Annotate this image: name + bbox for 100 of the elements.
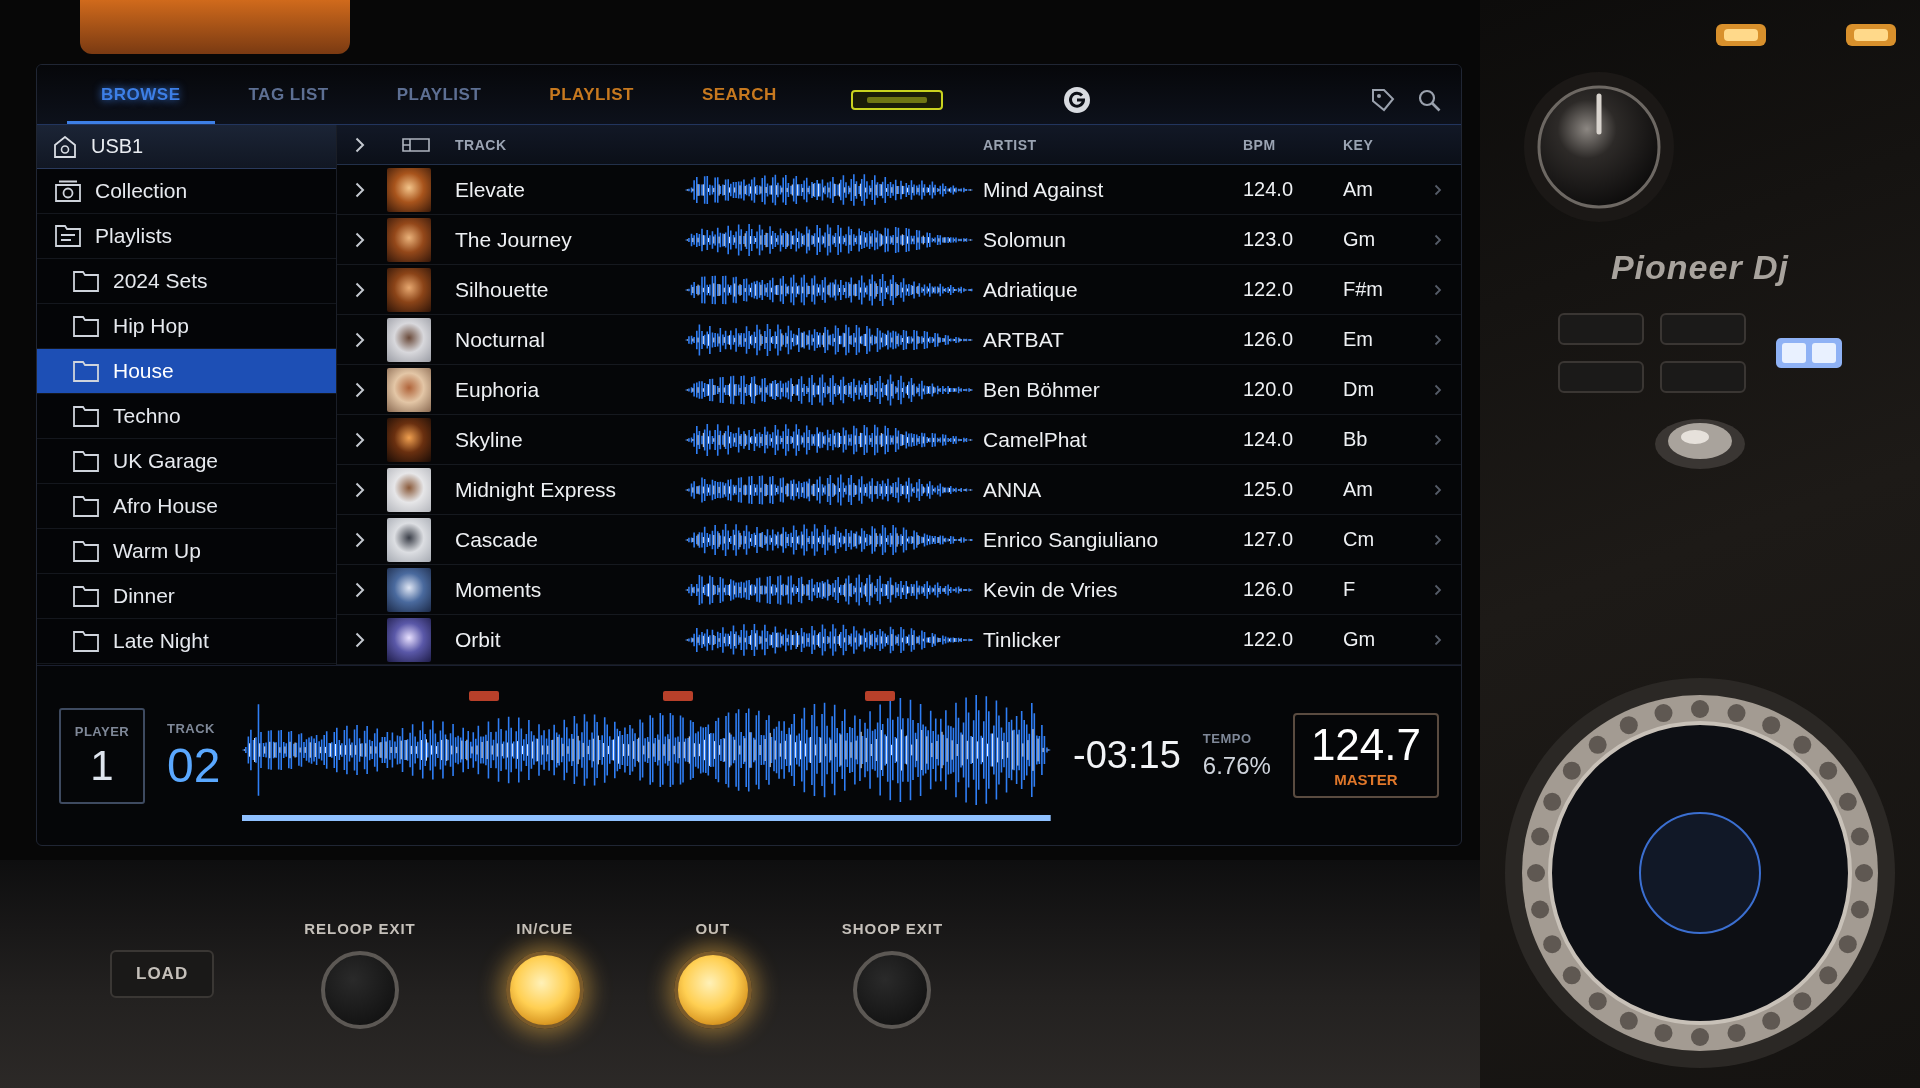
sidebar-item[interactable]: UK Garage bbox=[37, 439, 336, 484]
lamp-icon bbox=[1846, 24, 1896, 46]
column-header: TRACK bbox=[455, 136, 508, 153]
key-value: Am bbox=[1343, 178, 1374, 201]
tab[interactable]: SEARCH bbox=[667, 78, 811, 124]
bpm-value: 124.0 bbox=[1243, 428, 1295, 451]
artist-name: Ben Böhmer bbox=[983, 377, 1101, 402]
album-art bbox=[387, 617, 431, 662]
search-icon[interactable] bbox=[1417, 88, 1441, 112]
artist-name: Tinlicker bbox=[983, 627, 1062, 652]
bpm-value: 127.0 bbox=[1243, 528, 1295, 551]
track-title: Moments bbox=[455, 577, 543, 602]
track-number: 02 bbox=[167, 742, 221, 790]
album-art bbox=[387, 517, 431, 562]
jog-wheel-drawing[interactable] bbox=[1505, 678, 1895, 1068]
sidebar-item[interactable]: Late Night bbox=[37, 619, 336, 664]
rotary-knob-icon[interactable] bbox=[1524, 72, 1674, 222]
playlist-folder-icon bbox=[55, 225, 81, 247]
sidebar-item[interactable]: Collection bbox=[37, 169, 336, 214]
brand-logo: Pioneer Dj bbox=[1610, 248, 1790, 287]
album-art bbox=[387, 317, 431, 362]
track-title: Elevate bbox=[455, 177, 527, 202]
folder-icon bbox=[73, 540, 99, 562]
album-art bbox=[387, 267, 431, 312]
artist-name: Enrico Sangiuliano bbox=[983, 527, 1160, 552]
track-title: The Journey bbox=[455, 227, 573, 252]
folder-icon bbox=[73, 315, 99, 337]
speed-knob-icon[interactable] bbox=[1655, 419, 1745, 469]
source-name: USB1 bbox=[91, 135, 144, 158]
bpm-value: 120.0 bbox=[1243, 378, 1295, 401]
folder-icon bbox=[73, 495, 99, 517]
sidebar-item[interactable]: 2024 Sets bbox=[37, 259, 336, 304]
album-art bbox=[387, 217, 431, 262]
folder-icon bbox=[73, 360, 99, 382]
key-value: Dm bbox=[1343, 378, 1376, 401]
tab[interactable]: PLAYLIST bbox=[515, 78, 668, 124]
remaining-time: -03:15 bbox=[1073, 734, 1181, 777]
tab[interactable]: TAG LIST bbox=[214, 78, 363, 124]
button-label: SHOOP EXIT bbox=[841, 919, 944, 937]
folder-icon bbox=[73, 270, 99, 292]
player-label: PLAYER bbox=[74, 724, 130, 739]
bpm-value: 125.0 bbox=[1243, 478, 1295, 501]
home-icon bbox=[53, 135, 77, 158]
cue-marker-icon bbox=[468, 690, 499, 701]
hardware-button[interactable]: LOAD bbox=[110, 950, 215, 998]
artwork-column-icon bbox=[402, 135, 430, 154]
folder-icon bbox=[73, 450, 99, 472]
lamp-icon bbox=[1716, 24, 1766, 46]
tab[interactable]: PLAYLIST bbox=[362, 78, 516, 124]
key-value: F#m bbox=[1343, 278, 1384, 301]
bpm-value: 126.0 bbox=[1243, 328, 1295, 351]
key-value: Cm bbox=[1343, 528, 1376, 551]
column-header: ARTIST bbox=[983, 136, 1038, 153]
led-display-icon bbox=[1776, 338, 1842, 368]
sidebar-item[interactable]: Afro House bbox=[37, 484, 336, 529]
artist-name: ANNA bbox=[983, 477, 1043, 502]
sidebar-item[interactable]: House bbox=[37, 349, 336, 394]
bpm-value: 126.0 bbox=[1243, 578, 1295, 601]
key-value: F bbox=[1343, 578, 1357, 601]
column-header: KEY bbox=[1343, 136, 1375, 153]
track-title: Euphoria bbox=[455, 377, 541, 402]
bpm-value: 123.0 bbox=[1243, 228, 1295, 251]
folder-icon bbox=[73, 405, 99, 427]
collection-icon bbox=[55, 180, 81, 202]
button-label: RELOOP EXIT bbox=[304, 919, 416, 937]
track-title: Cascade bbox=[455, 527, 539, 552]
album-art bbox=[387, 467, 431, 512]
track-title: Skyline bbox=[455, 427, 524, 452]
key-value: Gm bbox=[1343, 628, 1377, 651]
album-art bbox=[387, 567, 431, 612]
sidebar-item[interactable]: Techno bbox=[37, 394, 336, 439]
artist-name: Adriatique bbox=[983, 277, 1079, 302]
master-label: MASTER bbox=[1334, 771, 1398, 788]
key-value: Em bbox=[1343, 328, 1374, 351]
indicator-frame-icon bbox=[850, 90, 943, 110]
tempo-value: 6.76% bbox=[1202, 752, 1271, 780]
hardware-button[interactable] bbox=[673, 950, 752, 1029]
album-art bbox=[387, 167, 431, 212]
sidebar-item[interactable]: Dinner bbox=[37, 574, 336, 619]
album-art bbox=[387, 367, 431, 412]
artist-name: Kevin de Vries bbox=[983, 577, 1119, 602]
album-art bbox=[387, 417, 431, 462]
master-bpm: 124.7 bbox=[1310, 723, 1421, 767]
artist-name: Solomun bbox=[983, 227, 1067, 252]
logo-icon bbox=[1062, 86, 1091, 114]
button-label: IN/CUE bbox=[516, 919, 574, 937]
bpm-value: 124.0 bbox=[1243, 178, 1295, 201]
artist-name: CamelPhat bbox=[983, 427, 1088, 452]
track-title: Midnight Express bbox=[455, 477, 618, 502]
folder-icon bbox=[73, 630, 99, 652]
cue-marker-icon bbox=[662, 690, 693, 701]
key-value: Gm bbox=[1343, 228, 1377, 251]
cue-marker-icon bbox=[865, 690, 896, 701]
key-value: Bb bbox=[1343, 428, 1369, 451]
tag-icon[interactable] bbox=[1371, 88, 1395, 112]
hardware-button[interactable] bbox=[505, 950, 584, 1029]
sidebar-item[interactable]: Playlists bbox=[37, 214, 336, 259]
bpm-value: 122.0 bbox=[1243, 628, 1295, 651]
column-header: BPM bbox=[1243, 136, 1277, 153]
sidebar-item[interactable]: Warm Up bbox=[37, 529, 336, 574]
